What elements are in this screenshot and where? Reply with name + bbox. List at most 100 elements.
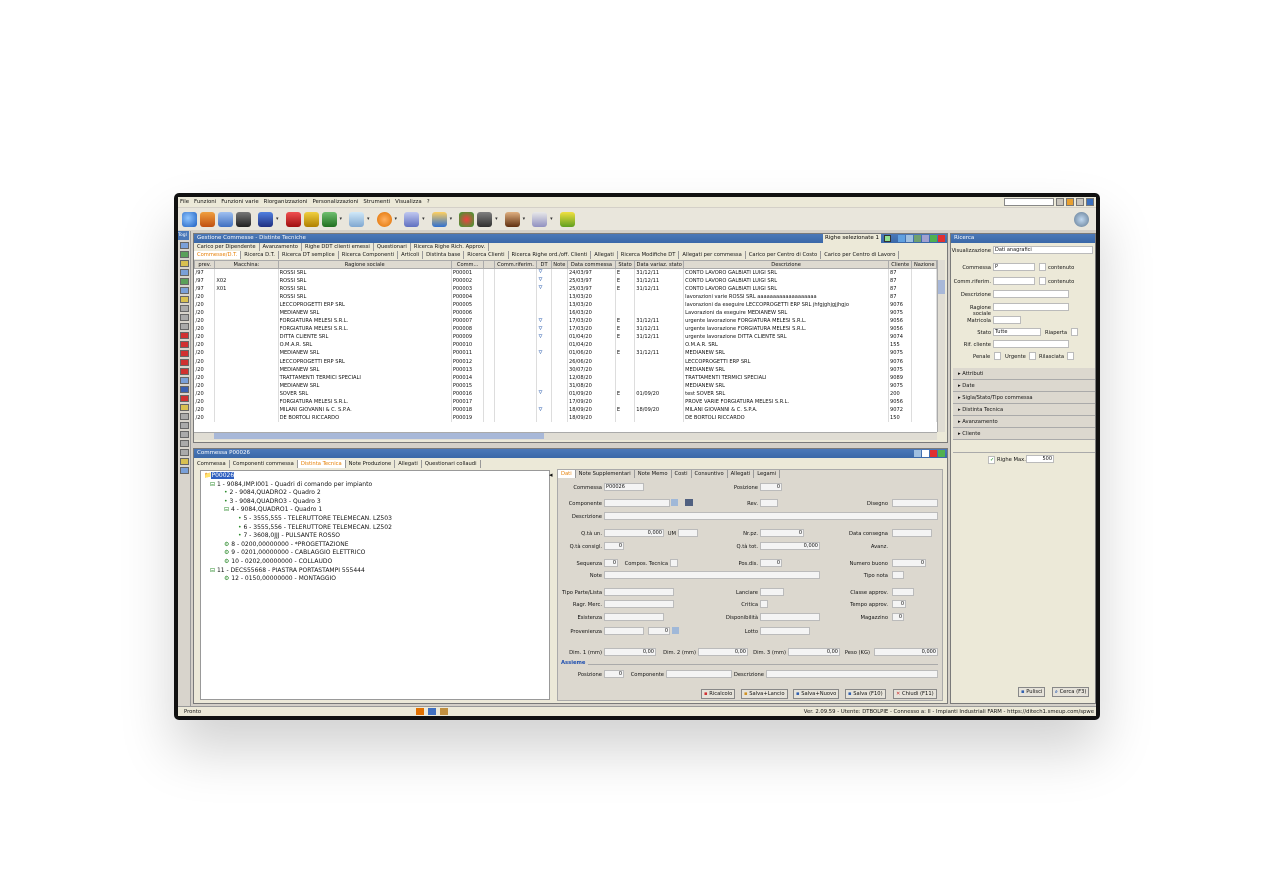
menu-item[interactable]: Strumenti [363,199,390,205]
chevron-down-icon[interactable]: ▾ [523,216,526,222]
rev-field[interactable] [760,499,778,507]
note-field[interactable] [604,571,820,579]
disponibilita-field[interactable] [760,613,820,621]
side-tool-icon[interactable] [180,467,189,474]
status-icon[interactable] [416,708,424,715]
tree-node[interactable]: ⚙ 8 - 0200,00000000 - *PROGETTAZIONE [204,541,546,550]
salva-button[interactable]: ▪ Salva (F10) [845,689,886,699]
tab[interactable]: Carico per Centro di Lavoro [821,251,900,259]
search-section[interactable]: ▸ Sigla/Stato/Tipo commessa [953,392,1095,404]
column-header[interactable]: Data commessa [566,260,616,269]
vertical-scrollbar[interactable] [937,260,945,432]
side-tool-icon[interactable] [180,359,189,366]
side-tool-icon[interactable] [180,431,189,438]
side-tool-icon[interactable] [180,341,189,348]
dim3-field[interactable]: 0,00 [788,648,840,656]
gift-icon[interactable] [285,211,301,227]
form-tab[interactable]: Legami [754,470,781,478]
tab[interactable]: Allegati [591,251,618,259]
search-section[interactable]: ▸ Avanzamento [953,416,1095,428]
assieme-posizione-field[interactable]: 0 [604,670,624,678]
critica-checkbox[interactable] [760,600,768,608]
printer-icon[interactable] [477,211,493,227]
side-tool-icon[interactable] [180,269,189,276]
search-section[interactable]: ▸ Date [953,380,1095,392]
refresh-icon[interactable] [898,235,905,242]
layout-icon[interactable] [914,450,921,457]
side-tool-icon[interactable] [180,260,189,267]
tab[interactable]: Ricerca Righe Rich. Approv. [411,243,490,251]
tree-node[interactable]: ⚙ 12 - 0150,00000000 - MONTAGGIO [204,575,546,584]
menu-item[interactable]: ? [427,199,430,205]
form-tab[interactable]: Note Memo [635,470,672,478]
table-row[interactable]: /20 MEDIANEW SRL P00011 ⛛ 01/06/20 E 31/12/11 M… [194,349,937,358]
menu-item[interactable]: Visualizza [395,199,422,205]
detail-tab[interactable]: Questionari collaudi [422,460,481,468]
tree-node[interactable]: ⊟ 11 - DECS55668 - PIASTRA PORTASTAMPI 5… [204,567,546,576]
side-tool-icon[interactable] [180,449,189,456]
maximize-button[interactable] [1076,198,1084,206]
commessa-field[interactable]: P00026 [604,483,644,491]
status-icon[interactable] [428,708,436,715]
column-header[interactable]: Cliente [888,260,913,269]
truck-icon[interactable] [303,211,319,227]
salva-lancio-button[interactable]: ▪ Salva+Lancio [741,689,788,699]
search-section[interactable]: ▸ Attributi [953,368,1095,380]
filter-icon[interactable] [938,450,945,457]
chiudi-button[interactable]: ✕ Chiudi (F11) [893,689,937,699]
column-header[interactable] [483,260,495,269]
posdis-field[interactable]: 0 [760,559,782,567]
tree-node[interactable]: ⚙ 9 - 0201,00000000 - CABLAGGIO ELETTRIC… [204,549,546,558]
column-header[interactable]: prev. [194,260,216,269]
qta-un-field[interactable]: 0,000 [604,529,664,537]
detail-tab[interactable]: Distinta Tecnica [297,460,346,468]
tab[interactable]: Ricerca Righe ord./off. Clienti [509,251,592,259]
detail-tab[interactable]: Commessa [194,460,230,468]
side-tool-icon[interactable] [180,332,189,339]
export-icon[interactable] [914,235,921,242]
table-row[interactable]: /20 DE BORTOLI RICCARDO P00019 18/09/20 DE B… [194,414,937,423]
table-row[interactable]: /20 LECCOPROGETTI ERP SRL P00012 26/06/20 LE… [194,357,937,366]
cube-icon[interactable] [182,211,197,227]
table-row[interactable]: /20 O.M.A.R. SRL P00010 01/04/20 O.M.A.R. SR… [194,341,937,350]
tree-node[interactable]: ⊟ 1 - 9084,IMP.I001 - Quadri di comando … [204,481,546,490]
sort-icon[interactable] [922,235,929,242]
side-tool-icon[interactable] [180,368,189,375]
ricalcolo-button[interactable]: ▪ Ricalcolo [701,689,736,699]
tab[interactable]: Ricerca D.T. [241,251,279,259]
descrizione-field[interactable] [604,512,938,520]
user-icon[interactable] [431,211,447,227]
tab[interactable]: Commesse/D.T. [194,251,242,259]
scroll-thumb[interactable] [214,433,544,439]
side-tool-icon[interactable] [180,296,189,303]
detail-tab[interactable]: Allegati [395,460,422,468]
table-row[interactable]: /20 MEDIANEW SRL P00015 31/08/20 MEDIANEW SR… [194,381,937,390]
tab[interactable]: Carico per Centro di Costo [746,251,822,259]
urgente-checkbox[interactable] [1029,352,1036,360]
visualizzazione-select[interactable]: Dati anagrafici [993,246,1093,254]
table-row[interactable]: /20 SOVER SRL P00016 ⛛ 01/09/20 E 01/09/20 test… [194,389,937,398]
menu-item[interactable]: File [180,199,189,205]
column-header[interactable]: Ragione sociale [277,260,452,269]
search-icon[interactable] [672,627,679,634]
riaperta-checkbox[interactable] [1071,328,1078,336]
tab[interactable]: Distinta base [423,251,465,259]
rilasciata-checkbox[interactable] [1067,352,1074,360]
qta-tot-field[interactable]: 0,000 [760,542,820,550]
quick-search-input[interactable] [1004,198,1054,206]
chevron-down-icon[interactable]: ▾ [367,216,370,222]
tempo-approv-field[interactable]: 0 [892,600,906,608]
side-tool-icon[interactable] [180,278,189,285]
form-tab[interactable]: Consuntivo [692,470,728,478]
stato-select[interactable]: Tutte [993,328,1041,336]
chevron-down-icon[interactable]: ▾ [395,216,398,222]
matricola-search-input[interactable] [993,316,1021,324]
tab[interactable]: Ricerca Modifiche DT [618,251,680,259]
worker-icon[interactable] [504,211,520,227]
assieme-descrizione-field[interactable] [766,670,938,678]
table-row[interactable]: /20 LECCOPROGETTI ERP SRL P00005 13/03/20 la… [194,300,937,309]
calculator-icon[interactable] [218,211,233,227]
tipo-parte-select[interactable] [604,588,674,596]
user-transfer-icon[interactable] [200,211,215,227]
table-row[interactable]: /97 X02 ROSSI SRL P00002 ⛛ 25/03/97 E 31/12/11 C… [194,276,937,285]
